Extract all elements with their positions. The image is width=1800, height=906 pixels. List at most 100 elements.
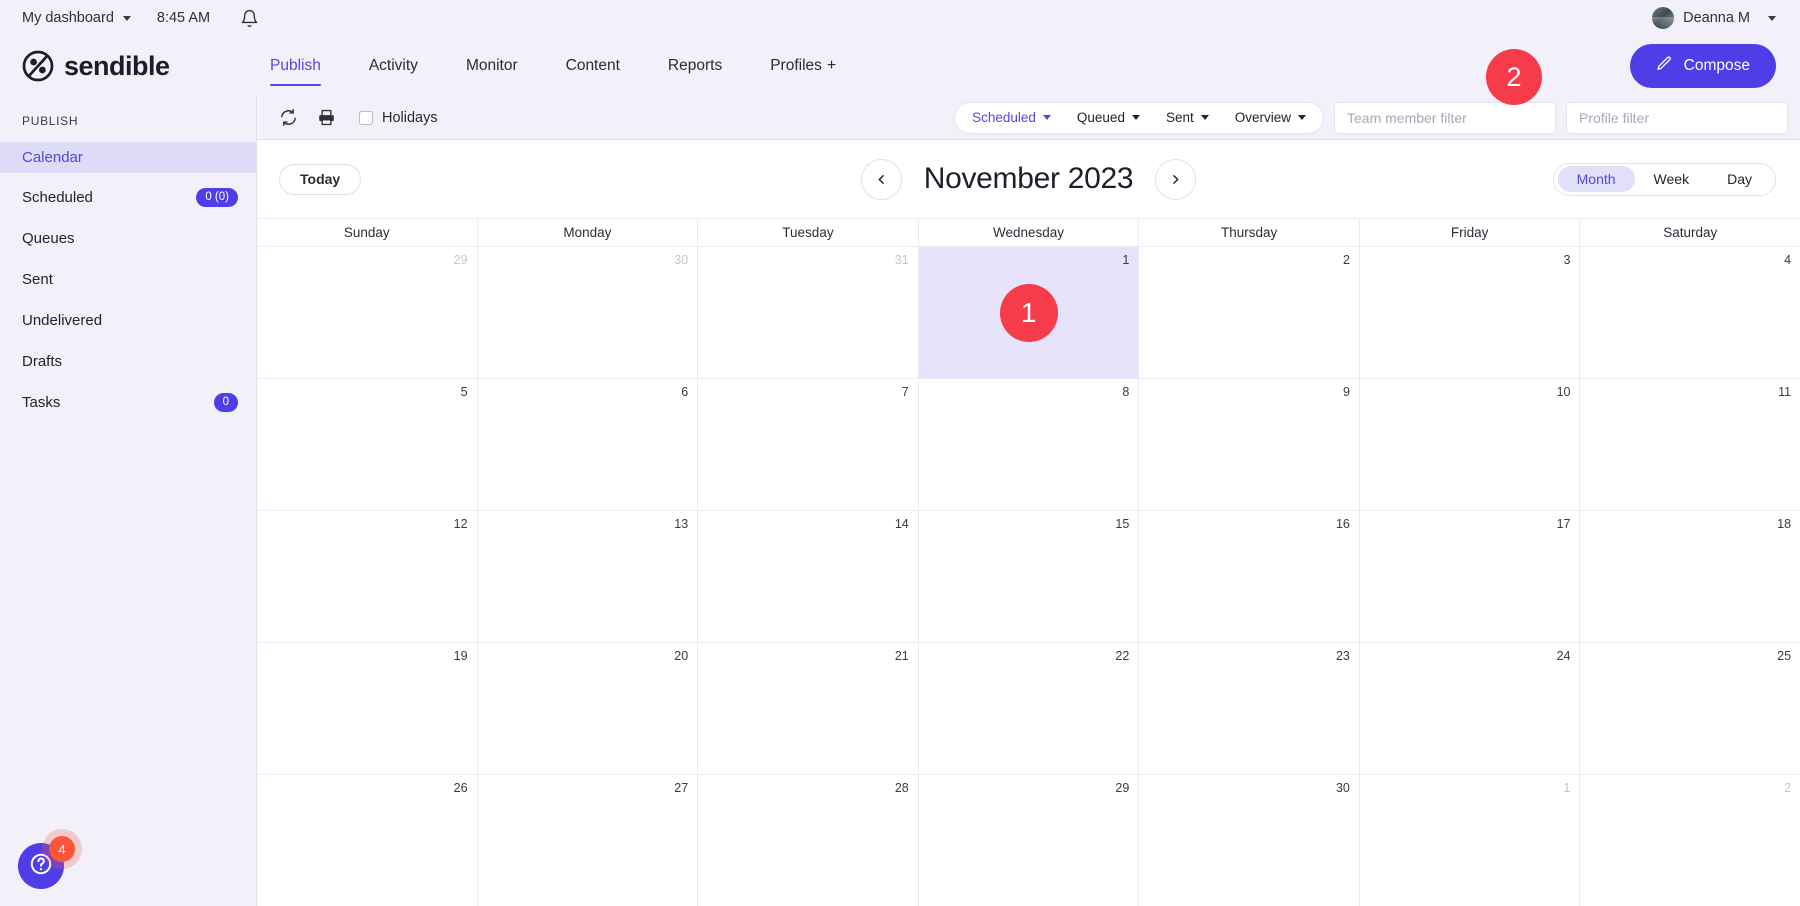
day-cell-today[interactable]: 1 1 bbox=[918, 247, 1140, 378]
day-cell[interactable]: 31 bbox=[698, 247, 919, 378]
sidebar-item-scheduled-label: Scheduled bbox=[22, 189, 93, 206]
nav-tab-content-label: Content bbox=[565, 57, 620, 74]
day-number: 8 bbox=[1122, 385, 1130, 399]
view-month[interactable]: Month bbox=[1557, 166, 1635, 192]
sidebar-item-sent[interactable]: Sent bbox=[0, 264, 256, 295]
day-cell[interactable]: 17 bbox=[1360, 511, 1581, 642]
day-cell[interactable]: 18 bbox=[1580, 511, 1800, 642]
view-day[interactable]: Day bbox=[1708, 166, 1771, 192]
bell-icon[interactable] bbox=[240, 9, 259, 28]
compose-button[interactable]: Compose bbox=[1629, 44, 1776, 88]
day-cell[interactable]: 15 bbox=[919, 511, 1140, 642]
sidebar-item-drafts[interactable]: Drafts bbox=[0, 346, 256, 377]
sidebar-item-calendar[interactable]: Calendar bbox=[0, 142, 256, 173]
day-cell[interactable]: 2 bbox=[1580, 775, 1800, 906]
view-week[interactable]: Week bbox=[1635, 166, 1709, 192]
day-cell[interactable]: 28 bbox=[698, 775, 919, 906]
day-cell[interactable]: 3 bbox=[1360, 247, 1581, 378]
day-cell[interactable]: 19 bbox=[257, 643, 478, 774]
calendar-week-row: 5 6 7 8 9 10 11 bbox=[257, 379, 1800, 511]
sidebar-item-scheduled[interactable]: Scheduled 0 (0) bbox=[0, 182, 256, 213]
day-cell[interactable]: 26 bbox=[257, 775, 478, 906]
add-profile-plus-icon[interactable]: + bbox=[827, 58, 836, 74]
day-cell[interactable]: 11 bbox=[1580, 379, 1800, 510]
day-cell[interactable]: 22 bbox=[919, 643, 1140, 774]
day-cell[interactable]: 30 bbox=[478, 247, 699, 378]
day-cell[interactable]: 9 bbox=[1139, 379, 1360, 510]
day-number: 20 bbox=[674, 649, 689, 663]
checkbox-box[interactable] bbox=[359, 110, 373, 125]
question-mark-icon bbox=[29, 852, 53, 881]
main-navigation-bar: sendible Publish Activity Monitor Conten… bbox=[0, 36, 1800, 105]
day-cell[interactable]: 1 bbox=[1360, 775, 1581, 906]
nav-tab-publish[interactable]: Publish bbox=[246, 36, 345, 96]
nav-tab-content[interactable]: Content bbox=[542, 36, 644, 96]
day-cell[interactable]: 24 bbox=[1360, 643, 1581, 774]
day-cell[interactable]: 2 bbox=[1139, 247, 1360, 378]
filter-scheduled[interactable]: Scheduled bbox=[959, 104, 1064, 131]
nav-tab-profiles[interactable]: Profiles + bbox=[746, 36, 860, 96]
chevron-down-icon bbox=[1298, 115, 1306, 120]
holidays-checkbox[interactable]: Holidays bbox=[359, 110, 438, 126]
day-number: 3 bbox=[1563, 253, 1571, 267]
nav-tab-monitor-label: Monitor bbox=[465, 57, 518, 74]
filter-overview[interactable]: Overview bbox=[1222, 105, 1319, 131]
day-cell[interactable]: 29 bbox=[257, 247, 478, 378]
user-chevron-down-icon[interactable] bbox=[1768, 15, 1776, 21]
nav-tab-activity[interactable]: Activity bbox=[345, 36, 442, 96]
nav-tab-reports[interactable]: Reports bbox=[644, 36, 746, 96]
nav-tabs: Publish Activity Monitor Content Reports… bbox=[246, 36, 860, 96]
day-cell[interactable]: 20 bbox=[478, 643, 699, 774]
next-month-button[interactable] bbox=[1155, 158, 1197, 200]
sidebar-item-tasks[interactable]: Tasks 0 bbox=[0, 387, 256, 418]
day-number: 17 bbox=[1556, 517, 1571, 531]
sidebar-item-sent-label: Sent bbox=[22, 271, 53, 288]
refresh-icon[interactable] bbox=[269, 99, 307, 137]
print-icon[interactable] bbox=[307, 99, 345, 137]
profile-filter-input[interactable] bbox=[1566, 101, 1788, 134]
day-cell[interactable]: 30 bbox=[1139, 775, 1360, 906]
day-cell[interactable]: 14 bbox=[698, 511, 919, 642]
day-cell[interactable]: 25 bbox=[1580, 643, 1800, 774]
calendar-title: November 2023 bbox=[923, 162, 1134, 195]
today-button[interactable]: Today bbox=[279, 163, 362, 195]
prev-month-button[interactable] bbox=[860, 158, 902, 200]
day-number: 14 bbox=[894, 517, 909, 531]
page-body: PUBLISH Calendar Scheduled 0 (0) Queues … bbox=[0, 96, 1800, 906]
sidebar-badge-scheduled: 0 (0) bbox=[196, 187, 238, 208]
day-cell[interactable]: 27 bbox=[478, 775, 699, 906]
pencil-icon bbox=[1656, 55, 1673, 77]
chevron-down-icon bbox=[1042, 115, 1051, 120]
filter-queued[interactable]: Queued bbox=[1064, 105, 1153, 131]
day-cell[interactable]: 6 bbox=[478, 379, 699, 510]
holidays-label: Holidays bbox=[382, 109, 438, 126]
dashboard-selector-label[interactable]: My dashboard bbox=[22, 10, 114, 26]
day-cell[interactable]: 4 bbox=[1580, 247, 1800, 378]
day-cell[interactable]: 13 bbox=[478, 511, 699, 642]
day-cell[interactable]: 16 bbox=[1139, 511, 1360, 642]
day-cell[interactable]: 7 bbox=[698, 379, 919, 510]
chevron-down-icon[interactable] bbox=[122, 15, 131, 21]
day-number: 29 bbox=[453, 253, 468, 267]
day-number: 28 bbox=[894, 781, 909, 795]
filter-sent[interactable]: Sent bbox=[1153, 105, 1222, 131]
day-cell[interactable]: 10 bbox=[1360, 379, 1581, 510]
day-cell[interactable]: 8 bbox=[919, 379, 1140, 510]
day-cell[interactable]: 5 bbox=[257, 379, 478, 510]
user-menu[interactable]: Deanna M bbox=[1652, 0, 1776, 36]
sendible-logo-icon bbox=[22, 50, 54, 82]
day-cell[interactable]: 12 bbox=[257, 511, 478, 642]
dow-tuesday: Tuesday bbox=[698, 219, 919, 246]
brand-logo[interactable]: sendible bbox=[22, 50, 236, 82]
day-cell[interactable]: 29 bbox=[919, 775, 1140, 906]
nav-tab-monitor[interactable]: Monitor bbox=[442, 36, 542, 96]
calendar-week-row: 26 27 28 29 30 1 2 bbox=[257, 775, 1800, 906]
user-name: Deanna M bbox=[1683, 10, 1750, 26]
day-cell[interactable]: 21 bbox=[698, 643, 919, 774]
day-of-week-header: Sunday Monday Tuesday Wednesday Thursday… bbox=[257, 219, 1800, 247]
day-number: 2 bbox=[1342, 253, 1350, 267]
sidebar-item-queues[interactable]: Queues bbox=[0, 223, 256, 254]
day-cell[interactable]: 23 bbox=[1139, 643, 1360, 774]
team-member-filter-input[interactable] bbox=[1334, 101, 1556, 134]
sidebar-item-undelivered[interactable]: Undelivered bbox=[0, 305, 256, 336]
